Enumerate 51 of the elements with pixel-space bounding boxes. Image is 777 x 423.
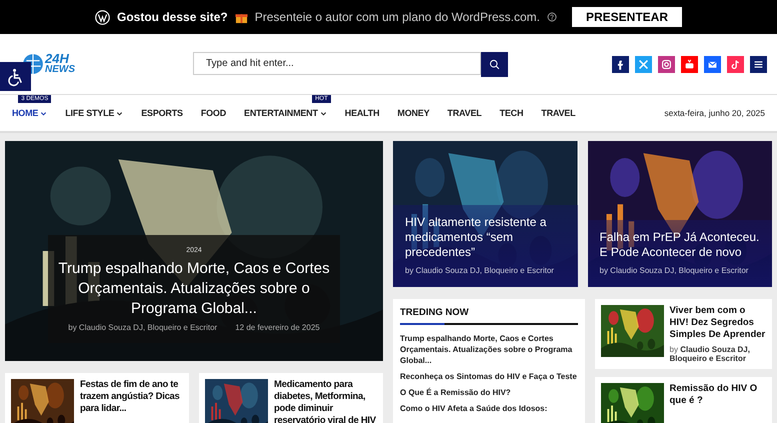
nav-link[interactable]: MONEY bbox=[397, 108, 430, 118]
section-heading: TREDING NOW bbox=[400, 307, 470, 318]
hero-title[interactable]: Trump espalhando Morte, Caos e Cortes Orçamentais. Atualizações sobre o Programa Global... bbox=[56, 259, 332, 319]
promo-question: Gostou desse site? bbox=[117, 10, 228, 24]
help-icon[interactable] bbox=[546, 12, 557, 22]
menu-button[interactable] bbox=[750, 56, 767, 72]
logo-text: 24H bbox=[45, 53, 69, 66]
trending-link[interactable]: Trump espalhando Morte, Caos e Cortes Orçamentais. Atualizações sobre o Programa Global... bbox=[400, 333, 578, 366]
post-title[interactable]: Viver bem com o HIV! Dez Segredos Simples De Aprender bbox=[670, 305, 766, 341]
post-card[interactable]: Festas de fim de ano te trazem angústia? Dicas para lidar... bbox=[5, 373, 189, 423]
trending-link[interactable]: Como o HIV Afeta a Saúde dos Idosos: bbox=[400, 403, 578, 414]
nav-link[interactable]: HOME bbox=[12, 108, 48, 118]
logo-subtext: NEWS bbox=[45, 65, 75, 75]
x-icon bbox=[637, 58, 650, 70]
search-button[interactable] bbox=[481, 52, 508, 76]
nav-link[interactable]: TRAVEL bbox=[541, 108, 576, 118]
post-card[interactable]: Viver bem com o HIV! Dez Segredos Simples De Aprender by Claudio Souza DJ, Bloqueiro e Escritor bbox=[594, 299, 772, 369]
nav-link[interactable]: FOOD bbox=[200, 108, 226, 118]
author-byline: by Claudio Souza DJ, Bloqueiro e Escritor bbox=[670, 345, 751, 363]
author-name: by Claudio Souza DJ, Bloqueiro e Escritor bbox=[68, 323, 218, 332]
trending-link[interactable]: O Que É a Remissão do HIV? bbox=[400, 387, 578, 398]
present-button[interactable]: PRESENTEAR bbox=[572, 7, 682, 27]
nav-link[interactable]: ESPORTS bbox=[141, 108, 183, 118]
post-date: 12 de fevereiro de 2025 bbox=[235, 323, 320, 332]
youtube-icon bbox=[683, 58, 696, 70]
post-card[interactable]: Medicamento para diabetes, Metformina, pode diminuir reservatório viral de HIV bbox=[199, 373, 383, 423]
post-card[interactable]: Remissão do HIV O que é ? bbox=[594, 377, 772, 423]
post-title[interactable]: Medicamento para diabetes, Metformina, pode diminuir reservatório viral de HIV bbox=[274, 379, 381, 423]
social-button[interactable] bbox=[612, 56, 629, 72]
search-field[interactable]: Type and hit enter... bbox=[193, 52, 481, 74]
author-name: by Claudio Souza DJ, Bloqueiro e Escritor bbox=[600, 266, 750, 275]
nav-link[interactable]: LIFE STYLE bbox=[65, 108, 124, 118]
post-title[interactable]: Festas de fim de ano te trazem angústia? Dicas para lidar... bbox=[80, 379, 187, 423]
accessibility-button[interactable] bbox=[0, 62, 31, 91]
feature-title[interactable]: Falha em PrEP Já Aconteceu. E Pode Acontecer de novo bbox=[600, 230, 760, 260]
nav-link[interactable]: ENTERTAINMENT bbox=[244, 108, 327, 118]
promo-message: Presenteie o autor com um plano do WordPress.com. bbox=[254, 10, 540, 24]
current-date: sexta-feira, junho 20, 2025 bbox=[664, 108, 765, 118]
author-name: by Claudio Souza DJ, Bloqueiro e Escritor bbox=[405, 266, 555, 275]
instagram-icon bbox=[660, 58, 673, 70]
wheelchair-icon bbox=[6, 66, 25, 86]
nav-link[interactable]: TECH bbox=[500, 108, 524, 118]
nav-link[interactable]: HEALTH bbox=[344, 108, 380, 118]
nav-link[interactable]: TRAVEL bbox=[447, 108, 482, 118]
feature-card[interactable]: Falha em PrEP Já Aconteceu. E Pode Acontecer de novo by Claudio Souza DJ, Bloqueiro e Escritor bbox=[588, 141, 772, 287]
tiktok-icon bbox=[729, 58, 742, 70]
post-title[interactable]: Remissão do HIV O que é ? bbox=[670, 383, 766, 407]
feature-title[interactable]: HIV altamente resistente a medicamentos “sem precedentes” bbox=[405, 215, 566, 260]
search-icon bbox=[489, 58, 500, 70]
trending-link[interactable]: Reconheça os Sintomas do HIV e Faça o Teste bbox=[400, 371, 578, 382]
wordpress-logo-icon bbox=[95, 10, 110, 24]
